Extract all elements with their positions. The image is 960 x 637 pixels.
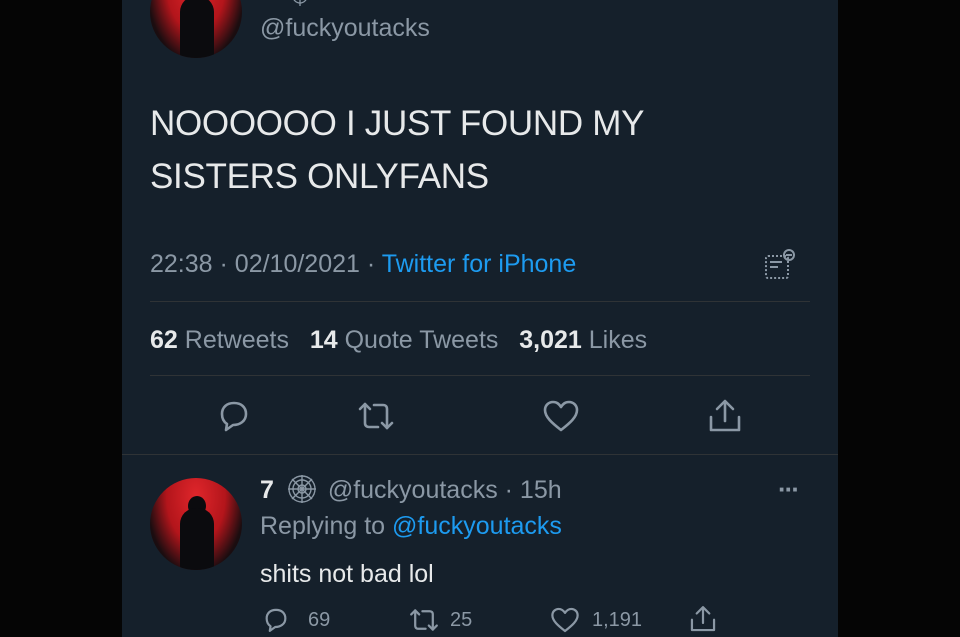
- tweet-source[interactable]: Twitter for iPhone: [382, 250, 577, 278]
- tweet-date[interactable]: 02/10/2021: [235, 250, 360, 278]
- replying-to-handle[interactable]: @fuckyoutacks: [392, 512, 562, 540]
- likes-label: Likes: [588, 326, 648, 354]
- replying-prefix: Replying to: [260, 512, 386, 540]
- tweet-thread: @fuckyoutacks NOOOOOO I JUST FOUND MY SI…: [122, 0, 838, 637]
- avatar-figure: [180, 508, 214, 570]
- main-avatar[interactable]: [150, 0, 242, 58]
- retweet-count[interactable]: 25: [450, 609, 472, 632]
- reply-count[interactable]: 69: [308, 609, 330, 632]
- reply-header: 7 @fuckyoutacks · 15h: [260, 474, 562, 505]
- retweet-icon[interactable]: [356, 399, 396, 433]
- replying-to: Replying to @fuckyoutacks: [260, 512, 562, 541]
- likes-count: 3,021: [519, 326, 582, 354]
- quotes-stat[interactable]: 14 Quote Tweets: [310, 326, 506, 354]
- tweet-stats: 62 Retweets 14 Quote Tweets 3,021 Likes: [150, 326, 647, 355]
- reply-handle[interactable]: @fuckyoutacks: [328, 476, 498, 504]
- divider: [150, 375, 810, 376]
- quotes-label: Quote Tweets: [344, 326, 499, 354]
- reply-icon[interactable]: [216, 398, 252, 434]
- meta-separator: ·: [219, 250, 228, 278]
- spiderweb-icon: [288, 0, 312, 12]
- reply-avatar[interactable]: [150, 478, 242, 570]
- tweet-time[interactable]: 22:38: [150, 250, 213, 278]
- divider: [150, 301, 810, 302]
- divider: [122, 454, 838, 455]
- reply-age[interactable]: · 15h: [505, 476, 562, 504]
- like-icon[interactable]: [542, 399, 580, 433]
- like-icon[interactable]: [550, 606, 580, 634]
- main-tweet-text-line1: NOOOOOO I JUST FOUND MY: [150, 104, 645, 143]
- retweet-icon[interactable]: [408, 606, 440, 634]
- main-tweet-text-line2: SISTERS ONLYFANS: [150, 157, 489, 196]
- meta-separator: ·: [366, 250, 376, 278]
- like-count[interactable]: 1,191: [592, 609, 642, 632]
- reply-icon[interactable]: [262, 606, 290, 634]
- share-icon[interactable]: [688, 604, 718, 634]
- reply-text: shits not bad lol: [260, 560, 434, 588]
- share-icon[interactable]: [706, 397, 744, 435]
- tweet-meta: 22:38 · 02/10/2021 · Twitter for iPhone: [150, 250, 576, 279]
- quotes-count: 14: [309, 326, 338, 354]
- analytics-icon[interactable]: [764, 248, 798, 280]
- retweets-stat[interactable]: 62 Retweets: [150, 326, 296, 354]
- main-handle[interactable]: @fuckyoutacks: [260, 14, 430, 43]
- more-options-icon[interactable]: ···: [778, 474, 800, 505]
- avatar-figure: [180, 0, 214, 58]
- retweets-label: Retweets: [184, 326, 289, 354]
- likes-stat[interactable]: 3,021 Likes: [519, 326, 647, 354]
- retweets-count: 62: [150, 326, 178, 354]
- spiderweb-icon: [287, 474, 317, 504]
- reply-display-name[interactable]: 7: [260, 476, 274, 504]
